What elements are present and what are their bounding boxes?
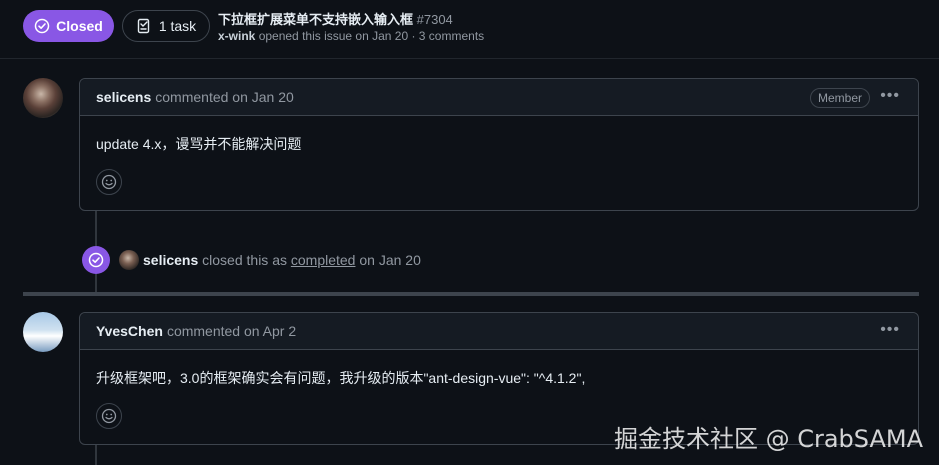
avatar[interactable]	[23, 312, 63, 352]
issue-number[interactable]: #7304	[417, 12, 453, 27]
comment-header: YvesChen commented on Apr 2 •••	[80, 313, 918, 350]
member-badge: Member	[809, 88, 870, 108]
timeline-line	[95, 211, 97, 246]
comment-author[interactable]: selicens	[96, 89, 151, 105]
comment-body: update 4.x，谩骂并不能解决问题	[96, 136, 302, 152]
issue-header: Closed 1 task 下拉框扩展菜单不支持嵌入输入框 #7304 x-wi…	[0, 0, 939, 58]
issue-title-text: 下拉框扩展菜单不支持嵌入输入框	[218, 12, 414, 27]
issue-title: 下拉框扩展菜单不支持嵌入输入框 #7304	[218, 9, 453, 28]
issue-state-label: Closed	[56, 18, 103, 34]
task-list-button[interactable]: 1 task	[122, 10, 210, 42]
avatar[interactable]	[119, 250, 139, 270]
more-options-icon[interactable]: •••	[880, 88, 900, 104]
comment-header: selicens commented on Jan 20 Member •••	[80, 79, 918, 116]
checklist-icon	[137, 18, 150, 34]
comment: selicens commented on Jan 20 Member ••• …	[79, 78, 919, 211]
check-circle-icon	[82, 246, 110, 274]
header-divider	[0, 58, 939, 59]
add-reaction-button[interactable]	[96, 403, 122, 429]
timeline-divider	[23, 292, 919, 296]
issue-state-badge: Closed	[23, 10, 114, 42]
comment-timestamp[interactable]: commented on Jan 20	[155, 89, 294, 105]
avatar[interactable]	[23, 78, 63, 118]
comment-author[interactable]: YvesChen	[96, 323, 163, 339]
event-text: selicens closed this as completed on Jan…	[143, 252, 421, 268]
comment-timestamp[interactable]: commented on Apr 2	[167, 323, 296, 339]
more-options-icon[interactable]: •••	[880, 322, 900, 338]
timeline-event-closed: selicens closed this as completed on Jan…	[82, 246, 421, 274]
issue-meta-text: opened this issue on Jan 20 · 3 comments	[258, 29, 485, 43]
check-circle-icon	[34, 18, 50, 34]
issue-author-link[interactable]: x-wink	[218, 29, 255, 43]
issue-meta: x-wink opened this issue on Jan 20 · 3 c…	[218, 29, 484, 43]
event-post-text[interactable]: on Jan 20	[359, 252, 421, 268]
watermark: 掘金技术社区 @ CrabSAMA	[613, 425, 923, 453]
timeline-line	[95, 444, 97, 465]
task-count-label: 1 task	[158, 18, 197, 34]
smiley-icon	[101, 408, 117, 424]
comment-body: 升级框架吧，3.0的框架确实会有问题，我升级的版本"ant-design-vue…	[96, 370, 586, 386]
add-reaction-button[interactable]	[96, 169, 122, 195]
event-actor[interactable]: selicens	[143, 252, 198, 268]
smiley-icon	[101, 174, 117, 190]
timeline-line	[95, 274, 97, 292]
completed-link[interactable]: completed	[291, 252, 356, 268]
event-pre-text: closed this as	[202, 252, 287, 268]
